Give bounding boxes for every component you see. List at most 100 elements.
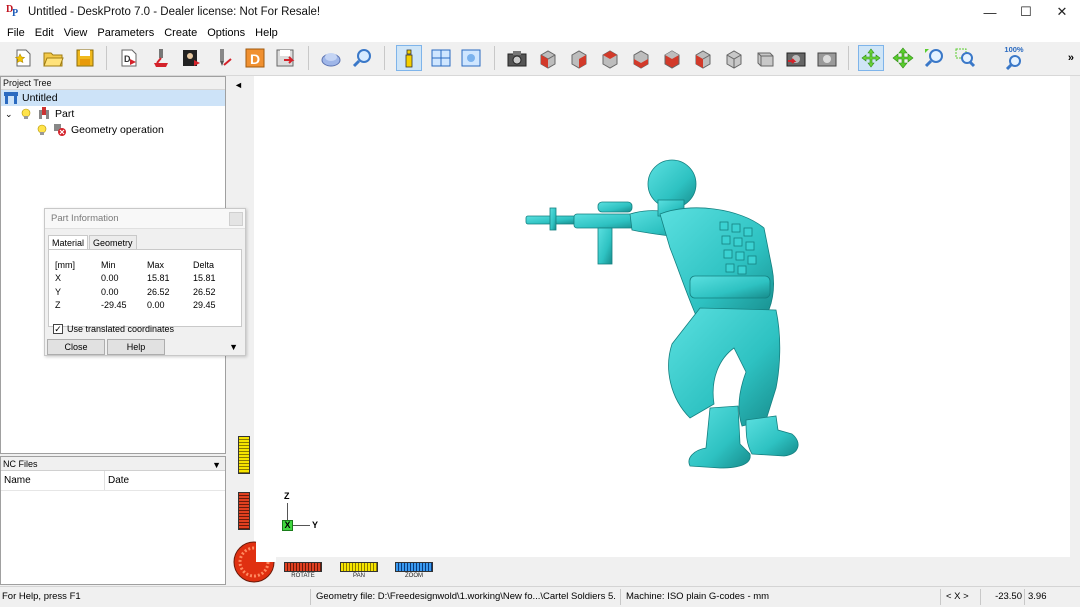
menu-view[interactable]: View bbox=[59, 27, 93, 39]
new-project-icon[interactable] bbox=[10, 45, 36, 71]
lightbulb-icon[interactable] bbox=[19, 107, 33, 121]
menu-help[interactable]: Help bbox=[250, 27, 283, 39]
toolbar-overflow-chevron-icon[interactable]: » bbox=[1068, 52, 1074, 64]
main-toolbar: D D 100% » bbox=[0, 42, 1080, 76]
vertical-rotate-dial[interactable] bbox=[238, 492, 250, 530]
nc-files-header: NC Files ▼ bbox=[1, 457, 225, 471]
save-disk-icon[interactable] bbox=[72, 45, 98, 71]
view-back-icon[interactable] bbox=[566, 45, 592, 71]
close-button[interactable]: Close bbox=[47, 339, 105, 355]
menu-parameters[interactable]: Parameters bbox=[92, 27, 159, 39]
menu-create[interactable]: Create bbox=[159, 27, 202, 39]
dimensions-table: [mm] Min Max Delta X 0.00 15.81 15.81 Y … bbox=[55, 258, 216, 312]
export-icon[interactable] bbox=[272, 45, 298, 71]
status-axis-selector[interactable]: < X > bbox=[946, 587, 980, 607]
rotate-dial[interactable]: ROTATE bbox=[284, 562, 336, 579]
rotate-mode-icon[interactable] bbox=[858, 45, 884, 71]
dialog-title: Part Information bbox=[51, 213, 119, 224]
nc-files-dropdown-icon[interactable]: ▼ bbox=[212, 458, 221, 472]
table-header: [mm] bbox=[55, 259, 75, 270]
lightbulb-icon[interactable] bbox=[35, 123, 49, 137]
zoom-dial[interactable]: ZOOM bbox=[395, 562, 447, 579]
pan-dial[interactable]: PAN bbox=[340, 562, 392, 579]
dialog-title-bar[interactable]: Part Information bbox=[45, 209, 245, 229]
camera-icon[interactable] bbox=[504, 45, 530, 71]
view-left-icon[interactable] bbox=[597, 45, 623, 71]
window-view-icon[interactable] bbox=[458, 45, 484, 71]
table-cell: Z bbox=[55, 300, 61, 311]
drawing-import-icon[interactable]: D bbox=[242, 45, 268, 71]
table-row: Z -29.45 0.00 29.45 bbox=[55, 299, 216, 313]
view-front-icon[interactable] bbox=[535, 45, 561, 71]
table-cell: 0.00 bbox=[101, 273, 119, 284]
tree-item-geometry-operation[interactable]: Geometry operation bbox=[1, 122, 225, 138]
checkbox-box[interactable]: ✓ bbox=[53, 324, 63, 334]
axis-x-marker: X bbox=[282, 520, 293, 531]
use-translated-coordinates-checkbox[interactable]: ✓ Use translated coordinates bbox=[53, 324, 174, 334]
dialog-close-box-icon[interactable] bbox=[229, 212, 243, 226]
column-header-date[interactable]: Date bbox=[105, 471, 129, 490]
view-bottom-icon[interactable] bbox=[690, 45, 716, 71]
snapshot-icon[interactable] bbox=[783, 45, 809, 71]
column-header-name[interactable]: Name bbox=[1, 471, 105, 490]
animation-icon[interactable] bbox=[814, 45, 840, 71]
svg-text:D: D bbox=[124, 54, 131, 64]
zoom-window-icon[interactable] bbox=[952, 45, 978, 71]
object-view-icon[interactable] bbox=[318, 45, 344, 71]
part-icon bbox=[37, 107, 51, 121]
tab-geometry[interactable]: Geometry bbox=[89, 235, 137, 249]
status-help-text: For Help, press F1 bbox=[2, 591, 81, 602]
vertical-pan-dial[interactable] bbox=[238, 436, 250, 474]
dialog-more-arrow-icon[interactable]: ▼ bbox=[229, 342, 238, 352]
close-window-button[interactable]: ✕ bbox=[1044, 0, 1080, 24]
tab-material[interactable]: Material bbox=[48, 235, 89, 250]
zoom-100-icon bbox=[1005, 55, 1021, 70]
status-coordinate-1: -23.50 bbox=[995, 591, 1022, 602]
collapse-arrow-icon[interactable]: ◄ bbox=[234, 80, 243, 90]
import-geometry-icon[interactable]: D bbox=[116, 45, 142, 71]
project-tree-header: Project Tree bbox=[1, 77, 225, 90]
toolpath-icon[interactable] bbox=[148, 45, 174, 71]
status-coordinate-2: 3.96 bbox=[1028, 591, 1047, 602]
table-cell: 0.00 bbox=[101, 286, 119, 297]
tree-item-untitled[interactable]: Untitled bbox=[1, 90, 225, 106]
menu-file[interactable]: File bbox=[2, 27, 30, 39]
table-cell: 0.00 bbox=[147, 300, 165, 311]
inspect-magnifier-icon[interactable] bbox=[350, 45, 376, 71]
table-header: Min bbox=[101, 259, 116, 270]
pan-dial-label: PAN bbox=[353, 573, 365, 579]
tree-item-label: Part bbox=[55, 108, 75, 120]
tree-item-part[interactable]: ⌄ Part bbox=[1, 106, 225, 122]
menu-edit[interactable]: Edit bbox=[30, 27, 59, 39]
view-iso-icon[interactable] bbox=[721, 45, 747, 71]
axis-z-label: Z bbox=[284, 491, 290, 501]
info-icon[interactable] bbox=[396, 45, 422, 71]
zoom-100-button[interactable]: 100% bbox=[1001, 45, 1027, 71]
table-cell: 15.81 bbox=[193, 273, 216, 284]
checkbox-label: Use translated coordinates bbox=[67, 324, 175, 334]
axis-y-label: Y bbox=[312, 520, 319, 530]
zoom-mode-icon[interactable] bbox=[921, 45, 947, 71]
rotate-wheel-icon[interactable] bbox=[232, 540, 276, 584]
menu-options[interactable]: Options bbox=[202, 27, 250, 39]
help-button[interactable]: Help bbox=[107, 339, 165, 355]
split-view-icon[interactable] bbox=[428, 45, 454, 71]
axis-indicator: Z X Y bbox=[280, 490, 330, 540]
table-row: Y 0.00 26.52 26.52 bbox=[55, 285, 216, 299]
part-information-dialog[interactable]: Part Information Material Geometry [mm] … bbox=[44, 208, 246, 356]
minimize-button[interactable]: — bbox=[972, 0, 1008, 24]
tree-item-label: Geometry operation bbox=[71, 124, 164, 136]
view-top-icon[interactable] bbox=[659, 45, 685, 71]
maximize-button[interactable]: ☐ bbox=[1008, 0, 1044, 24]
view-iso-alt-icon[interactable] bbox=[752, 45, 778, 71]
import-image-icon[interactable] bbox=[178, 45, 204, 71]
table-header: Max bbox=[147, 259, 165, 270]
pan-mode-icon[interactable] bbox=[890, 45, 916, 71]
expand-chevron-icon[interactable]: ⌄ bbox=[5, 109, 15, 120]
view-right-icon[interactable] bbox=[628, 45, 654, 71]
open-folder-icon[interactable] bbox=[40, 45, 66, 71]
table-cell: 26.52 bbox=[193, 286, 216, 297]
table-cell: 15.81 bbox=[147, 273, 170, 284]
cutter-tool-icon[interactable] bbox=[210, 45, 236, 71]
status-bar: For Help, press F1 Geometry file: D:\Fre… bbox=[0, 586, 1080, 607]
